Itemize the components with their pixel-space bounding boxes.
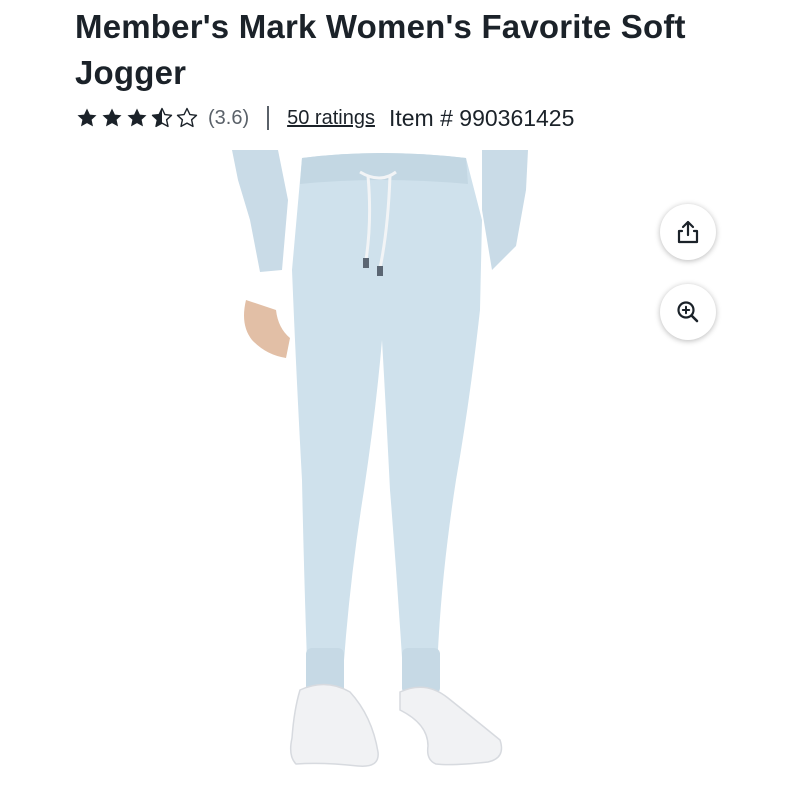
- star-full-icon: [77, 108, 97, 127]
- item-number: Item # 990361425: [388, 104, 575, 131]
- share-button[interactable]: [660, 204, 716, 260]
- waistband: [300, 153, 468, 184]
- star-empty-icon: [176, 107, 198, 128]
- left-shoe: [289, 683, 379, 767]
- star-full-icon: [127, 108, 147, 127]
- ratings-count-link[interactable]: 50 ratings: [287, 107, 375, 130]
- share-icon: [677, 220, 699, 244]
- star-half-icon: [151, 107, 173, 128]
- zoom-in-icon: [677, 301, 699, 323]
- star-rating: [75, 106, 200, 130]
- rating-divider: [267, 106, 270, 130]
- jacket-left: [232, 150, 288, 272]
- product-title: Member's Mark Women's Favorite Soft Jogg…: [75, 8, 686, 91]
- left-hand: [244, 300, 290, 358]
- rating-row: (3.6) 50 ratings Item # 990361425: [75, 103, 574, 133]
- star-full-icon: [102, 108, 122, 127]
- zoom-button[interactable]: [660, 284, 716, 340]
- right-shoe: [399, 686, 503, 766]
- jacket-right: [482, 150, 528, 270]
- product-image[interactable]: [230, 150, 570, 800]
- rating-value: (3.6): [208, 106, 250, 129]
